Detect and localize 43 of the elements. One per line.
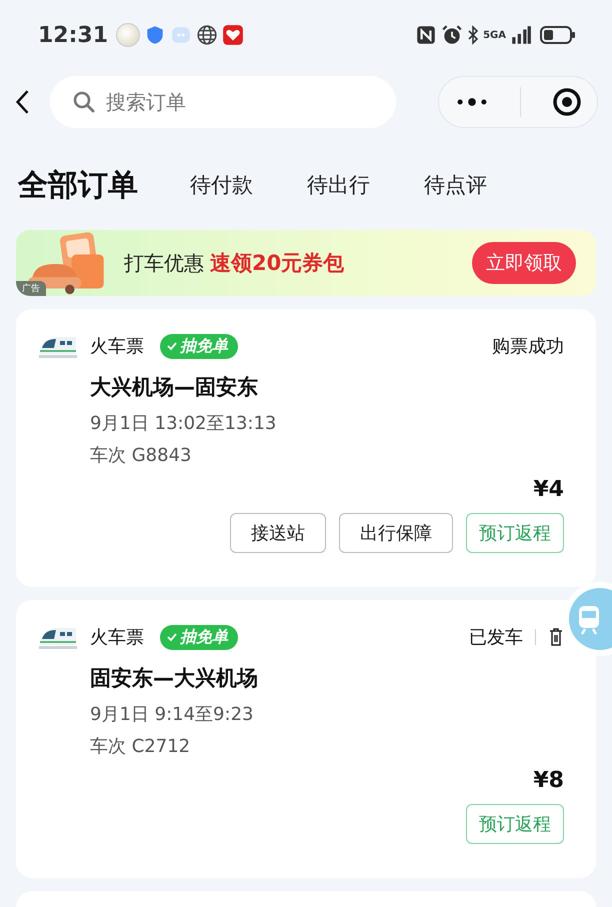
route-title: 固安东—大兴机场: [90, 665, 259, 692]
close-target-icon[interactable]: [552, 87, 582, 117]
travel-time: 9月1日 9:14至9:23: [90, 703, 254, 726]
globe-icon: [196, 24, 218, 46]
bluetooth-icon: [467, 24, 480, 46]
check-icon: [166, 631, 178, 643]
signal-icon: [510, 24, 532, 46]
order-tab[interactable]: 待出行: [307, 171, 370, 199]
category-label: 火车票: [90, 335, 144, 358]
order-status: 已发车: [469, 626, 523, 649]
order-card[interactable]: 火车票 抽免单 购票成功 大兴机场—固安东 9月1日 13:02至13:13 车次 G8843 ¥4 接送站 出行保障 预订返程: [16, 309, 596, 587]
route-title: 大兴机场—固安东: [90, 374, 259, 401]
promo-text: 打车优惠: [124, 250, 204, 276]
train-number: 车次 G8843: [90, 444, 192, 467]
order-tab[interactable]: 待付款: [190, 171, 253, 199]
order-tab[interactable]: 待点评: [424, 171, 487, 199]
promo-banner[interactable]: 广告 打车优惠 速领20元券包 立即领取: [16, 230, 596, 296]
ad-tag: 广告: [16, 281, 46, 296]
order-tab[interactable]: 全部订单: [18, 164, 138, 206]
order-action-button[interactable]: 接送站: [230, 513, 326, 553]
search-field[interactable]: 搜索订单: [50, 76, 396, 128]
nfc-icon: [415, 24, 438, 46]
network-label: 5GA: [483, 30, 506, 40]
claim-button[interactable]: 立即领取: [472, 242, 576, 284]
more-icon[interactable]: [454, 96, 488, 108]
trash-icon[interactable]: [548, 627, 564, 647]
train-number: 车次 C2712: [90, 735, 192, 758]
moon-icon: [116, 23, 140, 47]
heart-app-icon: [222, 24, 244, 46]
promo-offer: 速领20元券包: [210, 250, 344, 277]
order-status: 购票成功: [492, 335, 564, 358]
alarm-icon: [441, 24, 464, 46]
check-icon: [166, 340, 178, 352]
badge-text: 抽免单: [180, 626, 228, 648]
badge-text: 抽免单: [180, 336, 228, 356]
category-label: 火车票: [90, 626, 144, 649]
order-card[interactable]: 火车票 抽免单 已发车 固安东—大兴机场 9月1日 9:14至9:23 车次 C2712 ¥8 预订返程: [16, 600, 596, 878]
status-time: 12:31: [38, 22, 108, 48]
battery-icon: [540, 24, 576, 46]
travel-time: 9月1日 13:02至13:13: [90, 412, 278, 435]
order-price: ¥8: [532, 768, 564, 795]
order-action-button[interactable]: 出行保障: [339, 513, 453, 553]
order-price: ¥4: [532, 477, 564, 504]
